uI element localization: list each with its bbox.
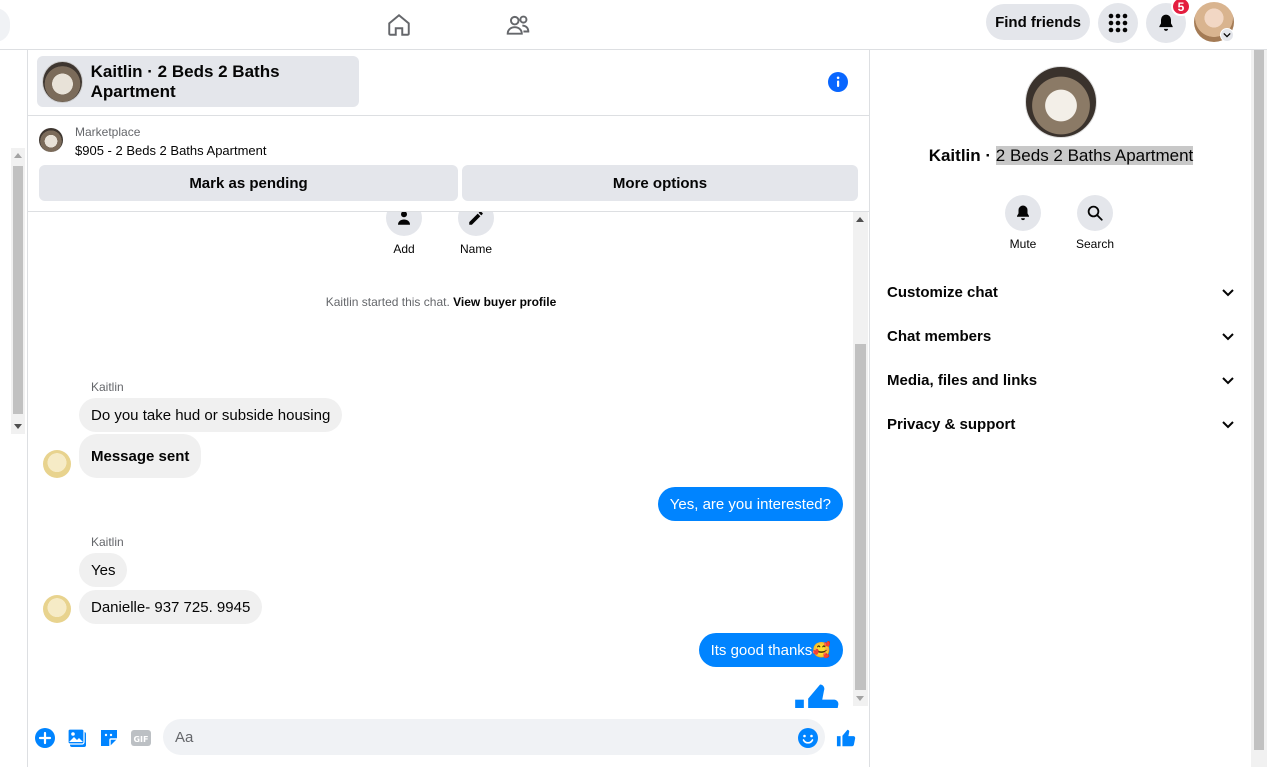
- pencil-icon: [469, 212, 483, 225]
- chat-started-text: Kaitlin started this chat.: [325, 295, 450, 309]
- mark-as-pending-button[interactable]: Mark as pending: [39, 165, 458, 201]
- section-label: Chat members: [887, 327, 992, 345]
- divider: [28, 115, 870, 116]
- chevron-down-icon[interactable]: [1220, 28, 1234, 42]
- mute-label: Mute: [1009, 237, 1037, 251]
- gif-icon[interactable]: GIF: [130, 727, 152, 749]
- view-buyer-profile-link[interactable]: View buyer profile: [453, 295, 556, 309]
- sender-name: Kaitlin: [91, 380, 124, 394]
- incoming-message[interactable]: Message sent: [79, 434, 202, 478]
- search-icon: [1087, 205, 1103, 221]
- notification-badge: 5: [1171, 0, 1191, 16]
- customize-chat-section[interactable]: Customize chat: [887, 277, 1235, 307]
- listing-thumbnail: [42, 60, 83, 103]
- listing-avatar[interactable]: [1025, 66, 1097, 138]
- conversation-panel: Kaitlin · 2 Beds 2 Baths Apartment Marke…: [28, 50, 870, 767]
- outgoing-message[interactable]: Its good thanks🥰: [698, 633, 843, 667]
- thumbs-up-icon[interactable]: [836, 727, 858, 749]
- chat-list-column: [0, 50, 28, 767]
- incoming-message[interactable]: Do you take hud or subside housing: [79, 398, 343, 432]
- scrollbar-thumb[interactable]: [1254, 50, 1264, 750]
- info-icon[interactable]: [827, 71, 849, 93]
- details-title-prefix: Kaitlin ·: [928, 146, 996, 165]
- top-navigation: Find friends 5: [0, 0, 1267, 50]
- name-chat-action[interactable]: Name: [446, 212, 506, 256]
- photo-icon[interactable]: [66, 727, 88, 749]
- search-label: Search: [1075, 237, 1115, 251]
- message-input-placeholder: Aa: [175, 728, 194, 746]
- scrollbar-thumb[interactable]: [855, 344, 866, 690]
- menu-grid-icon[interactable]: [1098, 3, 1138, 43]
- svg-text:GIF: GIF: [133, 735, 148, 744]
- media-files-links-section[interactable]: Media, files and links: [887, 365, 1235, 395]
- details-title-selected: 2 Beds 2 Baths Apartment: [995, 146, 1194, 165]
- search-bar-stub[interactable]: [0, 8, 10, 42]
- find-friends-button[interactable]: Find friends: [986, 4, 1090, 40]
- conversation-title: Kaitlin · 2 Beds 2 Baths Apartment: [90, 61, 280, 101]
- chat-members-section[interactable]: Chat members: [887, 321, 1235, 351]
- chevron-down-icon: [1222, 289, 1234, 297]
- sender-avatar[interactable]: [43, 450, 71, 478]
- conversation-title-button[interactable]: Kaitlin · 2 Beds 2 Baths Apartment: [37, 56, 359, 107]
- bell-icon: [1017, 205, 1029, 221]
- sender-name: Kaitlin: [91, 535, 124, 549]
- chevron-down-icon: [1222, 421, 1234, 429]
- emoji-icon[interactable]: [797, 727, 819, 749]
- page-scrollbar[interactable]: [1251, 50, 1267, 767]
- friends-icon[interactable]: [500, 7, 536, 43]
- marketplace-label: Marketplace: [75, 125, 141, 139]
- person-add-icon: [398, 212, 410, 225]
- section-label: Privacy & support: [887, 415, 1016, 433]
- section-label: Customize chat: [887, 283, 998, 301]
- add-member-action[interactable]: Add: [374, 212, 434, 256]
- more-options-button[interactable]: More options: [462, 165, 858, 201]
- message-scrollbar[interactable]: [853, 212, 868, 706]
- message-list: Add Name Kaitlin started this chat. View…: [28, 212, 854, 708]
- scrollbar-thumb[interactable]: [13, 166, 23, 414]
- chat-list-scrollbar[interactable]: [11, 148, 25, 434]
- thumbs-up-sticker-icon[interactable]: [793, 678, 845, 708]
- chat-started-notice: Kaitlin started this chat. View buyer pr…: [28, 295, 854, 309]
- marketplace-listing-thumbnail[interactable]: [39, 128, 63, 152]
- listing-title[interactable]: $905 - 2 Beds 2 Baths Apartment: [75, 143, 267, 158]
- incoming-message[interactable]: Yes: [79, 553, 128, 587]
- conversation-details-panel: Kaitlin · 2 Beds 2 Baths Apartment Mute …: [871, 50, 1251, 767]
- sender-avatar[interactable]: [43, 595, 71, 623]
- home-icon[interactable]: [381, 7, 417, 43]
- plus-icon[interactable]: [34, 727, 56, 749]
- sticker-icon[interactable]: [98, 727, 120, 749]
- incoming-message[interactable]: Danielle- 937 725. 9945: [79, 590, 263, 624]
- privacy-support-section[interactable]: Privacy & support: [887, 409, 1235, 439]
- chevron-down-icon: [1222, 333, 1234, 341]
- search-action[interactable]: Search: [1065, 195, 1125, 251]
- outgoing-message[interactable]: Yes, are you interested?: [657, 487, 843, 521]
- message-input[interactable]: Aa: [163, 719, 825, 755]
- mute-action[interactable]: Mute: [993, 195, 1053, 251]
- details-title: Kaitlin · 2 Beds 2 Baths Apartment: [871, 146, 1251, 166]
- section-label: Media, files and links: [887, 371, 1038, 389]
- chevron-down-icon: [1222, 377, 1234, 385]
- add-label: Add: [393, 242, 415, 256]
- name-label: Name: [459, 242, 492, 256]
